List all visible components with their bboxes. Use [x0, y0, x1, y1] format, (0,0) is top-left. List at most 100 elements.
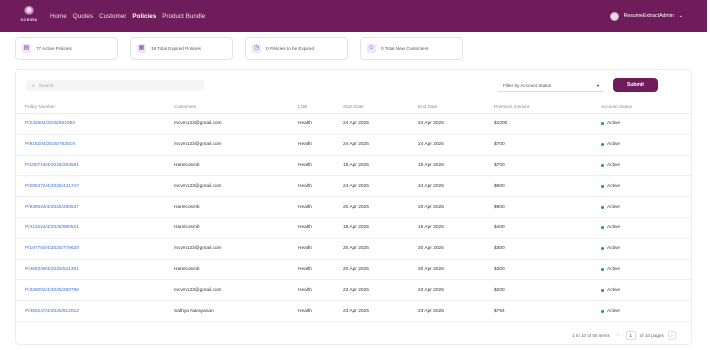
- status-text: Active: [607, 246, 621, 252]
- user-name: ResumeExtractAdmin: [623, 13, 674, 19]
- status-dot-icon: [601, 288, 604, 292]
- premium-amount-cell: $1000: [494, 121, 508, 127]
- nav-home[interactable]: Home: [50, 13, 67, 20]
- status-cell: Active: [601, 267, 620, 272]
- stat-label: 0 Policies to be Expired: [266, 46, 315, 51]
- next-page-button[interactable]: ›: [667, 331, 676, 340]
- end-date-cell: 20 Apr 2026: [418, 266, 444, 272]
- stats-cards: ▤ 77 Active Policies ▦ 19 Total Expired …: [15, 37, 463, 60]
- lob-cell: Health: [298, 162, 312, 168]
- stat-card-active-policies[interactable]: ▤ 77 Active Policies: [15, 37, 118, 60]
- lob-cell: Health: [298, 183, 312, 189]
- header-end-date[interactable]: End Date: [418, 104, 437, 109]
- header-start-date[interactable]: Start Date: [343, 104, 364, 109]
- nav-quotes[interactable]: Quotes: [73, 13, 93, 20]
- policy-number-link[interactable]: P/328002/4/2025/280796: [25, 288, 79, 293]
- account-status-filter[interactable]: Filter by Account Status ▼: [498, 79, 604, 92]
- status-text: Active: [607, 287, 621, 293]
- table-row: P/938624/4/2025/280537 Harelcosmb Health 20…: [16, 197, 693, 218]
- lob-cell: Health: [298, 287, 312, 293]
- header-customers[interactable]: Customers: [174, 104, 196, 109]
- stat-label: 0 Total New Customers: [381, 46, 429, 51]
- status-cell: Active: [601, 163, 620, 168]
- logo-text: XCEIRA: [20, 17, 38, 22]
- policy-icon: ▤: [22, 44, 31, 53]
- customer-cell: Harelcosmb: [174, 204, 200, 210]
- premium-amount-cell: $700: [494, 142, 505, 148]
- start-date-cell: 23 Apr 2025: [343, 308, 369, 314]
- nav-policies[interactable]: Policies: [132, 13, 156, 20]
- status-cell: Active: [601, 246, 620, 251]
- search-box[interactable]: ⌕: [26, 80, 204, 91]
- avatar: [609, 11, 619, 21]
- table-row: P/180719/4/2025/283581 Harelcosmb Health 18…: [16, 156, 693, 177]
- start-date-cell: 23 Apr 2025: [343, 287, 369, 293]
- lob-cell: Health: [298, 266, 312, 272]
- start-date-cell: 18 Apr 2025: [343, 225, 369, 231]
- chevron-down-icon: ⌄: [678, 13, 683, 19]
- policy-number-link[interactable]: P/465349/4/2025/541351: [25, 267, 79, 272]
- policy-number-link[interactable]: P/421224/4/2025/880521: [25, 225, 79, 230]
- nav-product-bundle[interactable]: Product Bundle: [162, 13, 205, 20]
- lob-cell: Health: [298, 246, 312, 252]
- end-date-cell: 24 Apr 2026: [418, 121, 444, 127]
- total-pages: of 10 pages: [639, 333, 664, 338]
- header-lob[interactable]: LOB: [298, 104, 307, 109]
- nav-customer[interactable]: Customer: [99, 13, 126, 20]
- end-date-cell: 20 Apr 2026: [418, 204, 444, 210]
- status-dot-icon: [601, 205, 604, 209]
- table-header: Policy Number Customers LOB Start Date E…: [16, 100, 693, 114]
- page-number-input[interactable]: 1: [625, 331, 636, 340]
- start-date-cell: 24 Apr 2025: [343, 142, 369, 148]
- calendar-icon: ▦: [137, 44, 146, 53]
- user-menu[interactable]: ResumeExtractAdmin ⌄: [609, 0, 683, 32]
- policy-number-link[interactable]: P/460247/4/2025/612012: [25, 309, 79, 314]
- status-cell: Active: [601, 288, 620, 293]
- start-date-cell: 18 Apr 2025: [343, 162, 369, 168]
- premium-amount-cell: $200: [494, 287, 505, 293]
- start-date-cell: 20 Apr 2025: [343, 246, 369, 252]
- policy-number-link[interactable]: P/197750/4/2025/779620: [25, 246, 79, 251]
- brand-logo[interactable]: XCEIRA: [18, 6, 40, 26]
- search-icon: ⌕: [32, 82, 35, 89]
- table-row: P/460247/4/2025/612012 Sathya Narayanan He…: [16, 301, 693, 322]
- table-row: P/242504/2025/661093 mcvm123@gmail.com Hea…: [16, 114, 693, 135]
- stat-card-expired-policies[interactable]: ▦ 19 Total Expired Policies: [130, 37, 233, 60]
- policy-number-link[interactable]: P/280472/4/2025/441747: [25, 184, 79, 189]
- status-text: Active: [607, 225, 621, 231]
- start-date-cell: 20 Apr 2025: [343, 204, 369, 210]
- premium-amount-cell: $700: [494, 162, 505, 168]
- customer-cell: mcvm123@gmail.com: [174, 287, 222, 293]
- status-dot-icon: [601, 247, 604, 251]
- search-input[interactable]: [38, 83, 189, 88]
- lob-cell: Health: [298, 308, 312, 314]
- premium-amount-cell: $600: [494, 183, 505, 189]
- policy-number-link[interactable]: P/938624/4/2025/280537: [25, 205, 79, 210]
- premium-amount-cell: $900: [494, 204, 505, 210]
- header-policy-number[interactable]: Policy Number: [25, 104, 55, 109]
- status-text: Active: [607, 162, 621, 168]
- customer-cell: mcvm123@gmail.com: [174, 121, 222, 127]
- table-body: P/242504/2025/661093 mcvm123@gmail.com Hea…: [16, 114, 693, 322]
- table-row: P/421224/4/2025/880521 Harelcosmb Health 18…: [16, 218, 693, 239]
- top-navbar: XCEIRA Home Quotes Customer Policies Pro…: [0, 0, 707, 32]
- header-premium-amount[interactable]: Premium Amount: [494, 104, 529, 109]
- end-date-cell: 20 Apr 2026: [418, 246, 444, 252]
- status-cell: Active: [601, 309, 620, 314]
- header-account-status[interactable]: Account Status: [601, 104, 632, 109]
- stat-label: 19 Total Expired Policies: [151, 46, 201, 51]
- submit-button[interactable]: Submit: [613, 78, 658, 92]
- policy-number-link[interactable]: P/180719/4/2025/283581: [25, 163, 79, 168]
- start-date-cell: 20 Apr 2025: [343, 266, 369, 272]
- premium-amount-cell: $300: [494, 246, 505, 252]
- stat-card-new-customers[interactable]: ☺ 0 Total New Customers: [360, 37, 463, 60]
- status-cell: Active: [601, 205, 620, 210]
- stat-label: 77 Active Policies: [36, 46, 72, 51]
- policy-number-link[interactable]: P/242504/2025/661093: [25, 121, 75, 126]
- status-cell: Active: [601, 121, 620, 126]
- policy-number-link[interactable]: P/918204/2025/783019: [25, 142, 75, 147]
- prev-page-button[interactable]: ‹: [614, 331, 622, 340]
- status-cell: Active: [601, 225, 620, 230]
- stat-card-to-be-expired[interactable]: ◷ 0 Policies to be Expired: [245, 37, 348, 60]
- policies-table: Policy Number Customers LOB Start Date E…: [16, 100, 693, 322]
